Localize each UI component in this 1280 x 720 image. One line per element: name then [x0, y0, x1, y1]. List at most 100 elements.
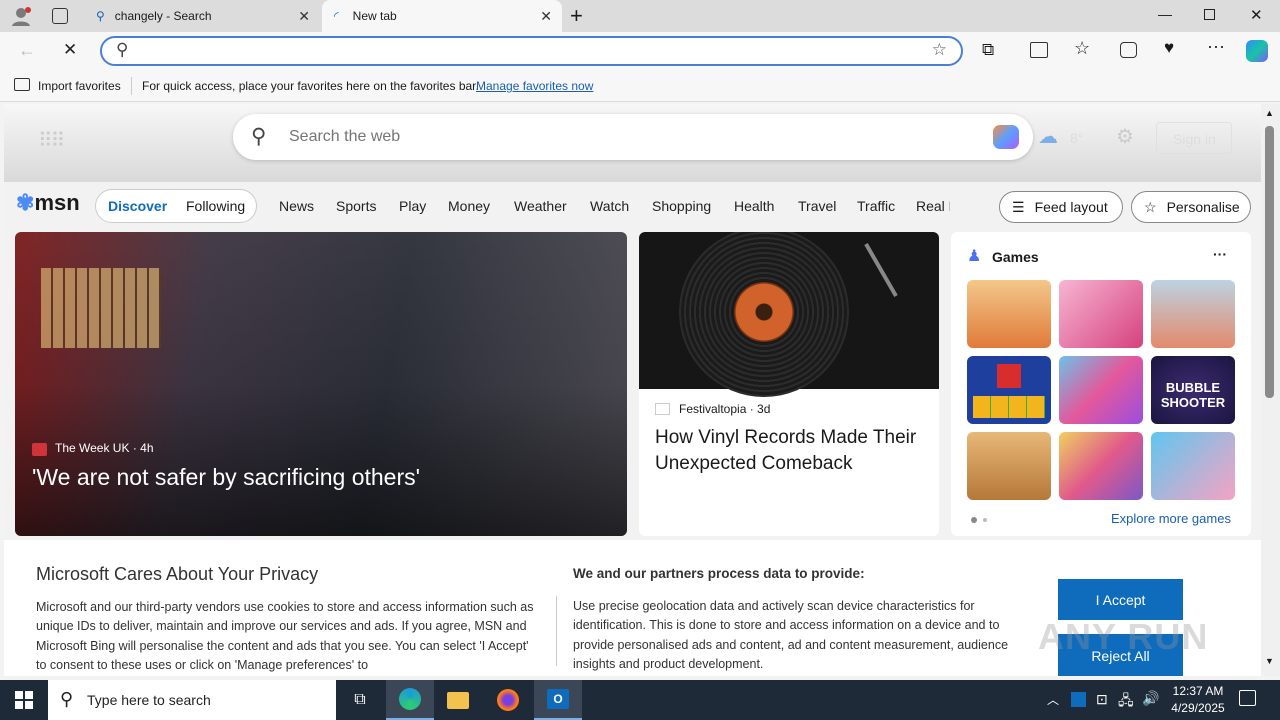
volume-icon[interactable]: 🔊	[1142, 690, 1159, 707]
start-button[interactable]	[0, 680, 48, 720]
hero-story-card[interactable]: The Week UK · 4h 'We are not safer by sa…	[15, 232, 627, 536]
game-tile-3[interactable]	[1151, 280, 1235, 348]
tab-following[interactable]: Following	[186, 198, 245, 214]
nav-news[interactable]: News	[279, 198, 314, 214]
game-tile-title: BUBBLE SHOOTER	[1160, 380, 1226, 410]
game-tile-6[interactable]: BUBBLE SHOOTER	[1151, 356, 1235, 424]
nav-sports[interactable]: Sports	[336, 198, 376, 214]
game-tile-7[interactable]	[967, 432, 1051, 500]
game-tile-2[interactable]	[1059, 280, 1143, 348]
close-window-button[interactable]: ✕	[1250, 6, 1263, 24]
favorite-star-icon[interactable]: ☆	[932, 40, 947, 60]
card-headline[interactable]: How Vinyl Records Made Their Unexpected …	[655, 425, 935, 477]
tray-chevron-icon[interactable]: ︿	[1047, 691, 1059, 708]
windows-icon	[15, 691, 33, 709]
game-tile-1[interactable]	[967, 280, 1051, 348]
cloud-icon: ☁	[1038, 126, 1058, 148]
clock-date[interactable]: 4/29/2025	[1166, 701, 1230, 715]
file-explorer-icon[interactable]	[434, 680, 482, 720]
web-search-input[interactable]	[289, 126, 929, 148]
collections-icon[interactable]	[1120, 42, 1137, 58]
accept-button[interactable]: I Accept	[1058, 579, 1183, 620]
games-icon: ♟	[967, 248, 982, 265]
carousel-dot[interactable]	[983, 518, 987, 522]
scroll-down-icon[interactable]: ▼	[1265, 656, 1274, 666]
extensions-icon[interactable]: ⧉	[982, 40, 994, 60]
story-card[interactable]: Festivaltopia · 3d How Vinyl Records Mad…	[639, 232, 939, 536]
minimize-button[interactable]: —	[1158, 6, 1172, 22]
taskbar-search-box[interactable]: ⚲ Type here to search	[48, 680, 336, 720]
feed-layout-button[interactable]: ☰ Feed layout	[999, 191, 1123, 223]
nav-money[interactable]: Money	[448, 198, 490, 214]
firefox-icon[interactable]	[484, 680, 532, 720]
settings-icon[interactable]: ⚙	[1116, 124, 1134, 149]
restore-button[interactable]	[1204, 9, 1215, 20]
taskbar: ⚲ Type here to search ⧉ O ︿ ⊡ 🖧 🔊 12:37 …	[0, 680, 1280, 720]
scroll-up-icon[interactable]: ▲	[1265, 108, 1274, 118]
sign-in-button[interactable]: Sign in	[1156, 122, 1232, 154]
split-screen-icon[interactable]	[1030, 42, 1048, 58]
back-icon[interactable]: ←	[18, 40, 36, 61]
clock-time[interactable]: 12:37 AM	[1170, 684, 1226, 698]
device-icon[interactable]: ⊡	[1096, 691, 1108, 708]
game-tile-8[interactable]	[1059, 432, 1143, 500]
personalise-button[interactable]: ☆ Personalise	[1131, 191, 1251, 223]
nav-traffic[interactable]: Traffic	[857, 198, 895, 214]
nav-real-estate[interactable]: Real E	[916, 198, 950, 214]
carousel-dot-active[interactable]	[971, 517, 977, 523]
game-tile-4[interactable]	[967, 356, 1051, 424]
task-view-icon[interactable]: ⧉	[336, 680, 384, 720]
manage-favorites-link[interactable]: Manage favorites now	[476, 79, 593, 93]
edge-taskbar-icon[interactable]	[386, 680, 434, 720]
favorites-hint: For quick access, place your favorites h…	[142, 79, 479, 93]
address-bar[interactable]: ⚲ ☆	[100, 36, 963, 66]
copilot-icon[interactable]	[1246, 40, 1268, 62]
address-input[interactable]	[142, 42, 902, 60]
privacy-title: Microsoft Cares About Your Privacy	[36, 564, 319, 584]
close-tab-icon[interactable]: ✕	[540, 8, 552, 25]
tab-title: changely - Search	[114, 9, 212, 23]
nav-weather[interactable]: Weather	[514, 198, 567, 214]
nav-shopping[interactable]: Shopping	[652, 198, 711, 214]
copilot-search-icon[interactable]	[993, 125, 1019, 149]
web-search-box[interactable]: ⚲	[233, 114, 1033, 160]
import-favorites-button[interactable]: Import favorites	[38, 79, 121, 93]
explore-more-games-link[interactable]: Explore more games	[1111, 511, 1231, 526]
feed-tabs: Discover Following	[95, 189, 257, 223]
nav-health[interactable]: Health	[734, 198, 774, 214]
stop-icon[interactable]: ✕	[63, 40, 77, 60]
tab-search[interactable]: ⚲ changely - Search ✕	[86, 0, 320, 32]
msn-logo[interactable]: ✾msn	[16, 190, 80, 216]
notification-icon[interactable]	[1239, 690, 1256, 706]
profile-icon[interactable]	[10, 6, 32, 26]
network-icon[interactable]: 🖧	[1118, 690, 1134, 714]
nav-travel[interactable]: Travel	[798, 198, 836, 214]
nav-watch[interactable]: Watch	[590, 198, 629, 214]
games-title: Games	[992, 249, 1039, 265]
outlook-icon[interactable]: O	[534, 680, 582, 720]
search-icon: ⚲	[116, 40, 129, 59]
close-tab-icon[interactable]: ✕	[298, 8, 310, 25]
games-more-icon[interactable]: ···	[1213, 246, 1227, 262]
tab-newtab[interactable]: ◜ New tab ✕	[322, 0, 562, 32]
vertical-scrollbar[interactable]: ▲ ▼	[1261, 104, 1280, 676]
nav-play[interactable]: Play	[399, 198, 426, 214]
new-tab-button[interactable]: +	[570, 3, 583, 29]
weather-temp[interactable]: 8°	[1070, 130, 1083, 146]
performance-icon[interactable]: ♥	[1164, 38, 1174, 58]
game-tile-5[interactable]	[1059, 356, 1143, 424]
browser-toolbar: ← ✕ ⚲ ☆ ⧉ ☆ ♥ ···	[0, 32, 1280, 70]
outlook-tray-icon[interactable]	[1071, 692, 1086, 707]
tab-title: New tab	[352, 9, 397, 23]
game-tile-9[interactable]	[1151, 432, 1235, 500]
tab-actions-icon[interactable]	[52, 8, 68, 24]
scroll-thumb[interactable]	[1265, 126, 1274, 398]
tab-discover[interactable]: Discover	[108, 198, 167, 214]
hero-headline[interactable]: 'We are not safer by sacrificing others'	[32, 464, 420, 491]
more-menu-icon[interactable]: ···	[1207, 36, 1225, 57]
sparkle-star-icon: ☆	[1144, 198, 1157, 215]
window-shape	[41, 268, 161, 348]
favorites-icon[interactable]: ☆	[1074, 38, 1090, 59]
apps-launcher-icon[interactable]: ⠿⠿	[38, 128, 65, 153]
vinyl-image	[639, 232, 939, 397]
